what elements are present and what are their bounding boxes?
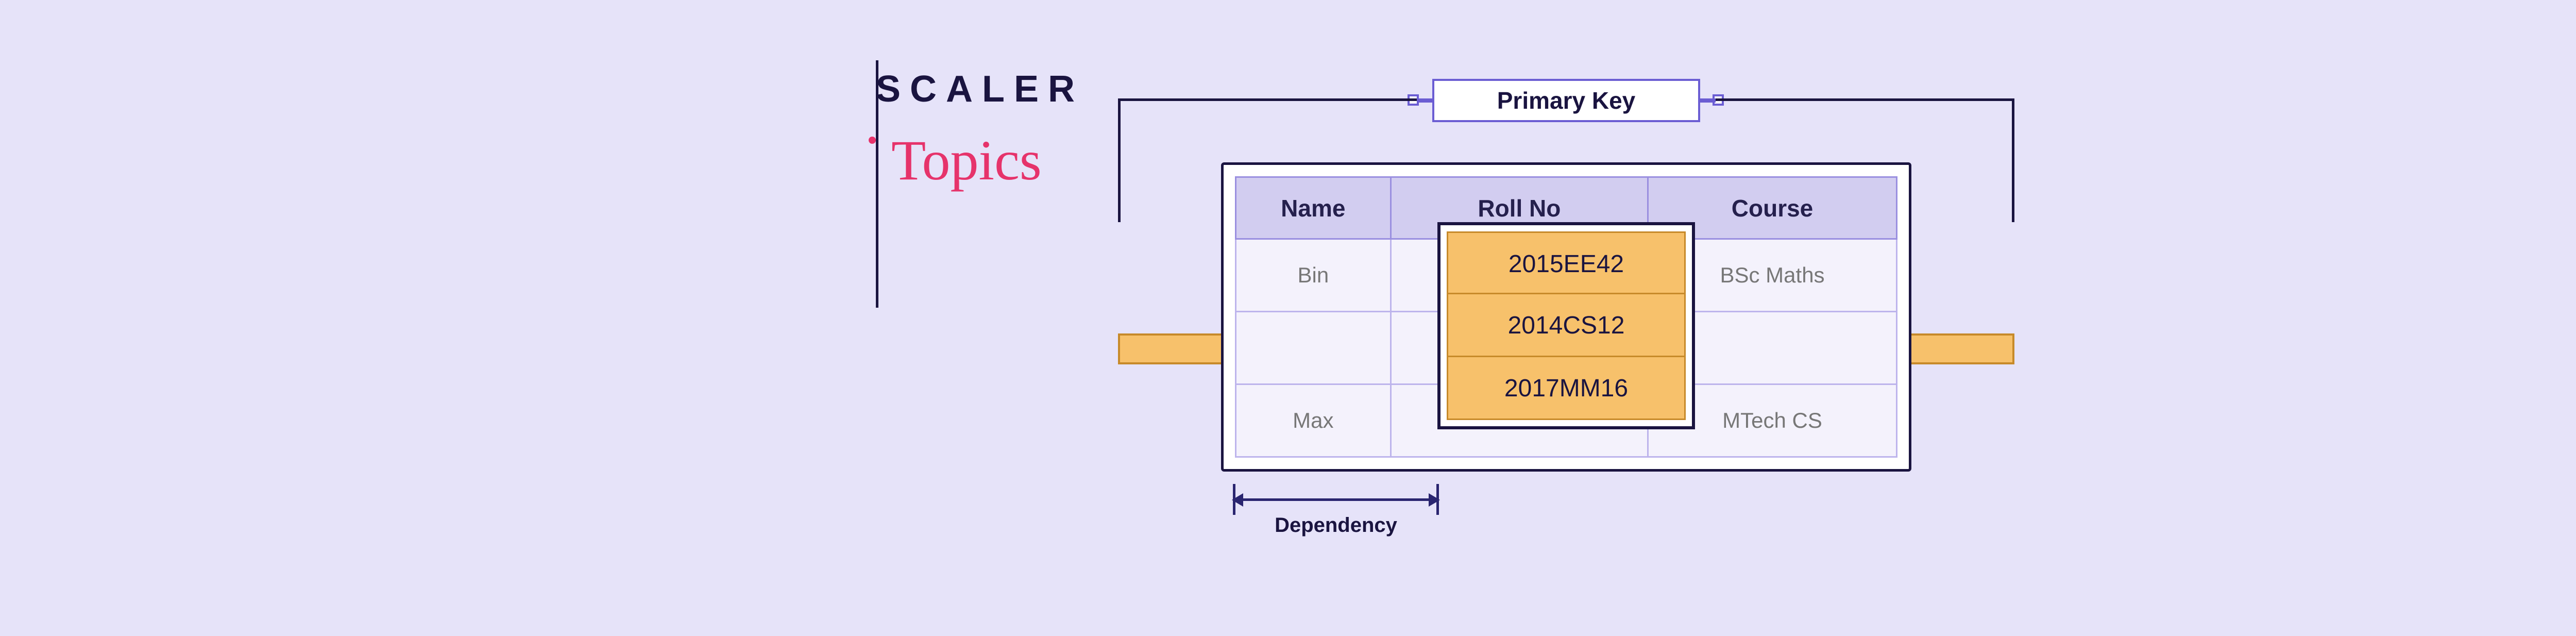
cell-name: Bin — [1236, 239, 1391, 312]
primary-key-column-overlay: 2015EE42 2014CS12 2017MM16 — [1437, 222, 1695, 429]
pk-cell: 2017MM16 — [1447, 357, 1686, 420]
connector-line — [1417, 98, 1432, 103]
dependency-label: Dependency — [1233, 514, 1439, 537]
col-header-name: Name — [1236, 177, 1391, 239]
logo-line-1: SCALER — [876, 71, 1092, 108]
pk-cell: 2014CS12 — [1447, 294, 1686, 357]
dependency-arrow-icon — [1233, 498, 1439, 501]
cell-name — [1236, 312, 1391, 384]
measure-tick-icon — [1436, 484, 1439, 515]
connector-line — [1700, 98, 1716, 103]
logo-dot-icon — [869, 137, 876, 144]
primary-key-label: Primary Key — [1432, 79, 1700, 122]
wire-line — [876, 184, 878, 308]
scaler-topics-logo: SCALER Topics — [876, 71, 1092, 180]
pk-cell: 2015EE42 — [1447, 231, 1686, 294]
cell-name: Max — [1236, 384, 1391, 457]
logo-line-2: Topics — [891, 141, 1092, 180]
